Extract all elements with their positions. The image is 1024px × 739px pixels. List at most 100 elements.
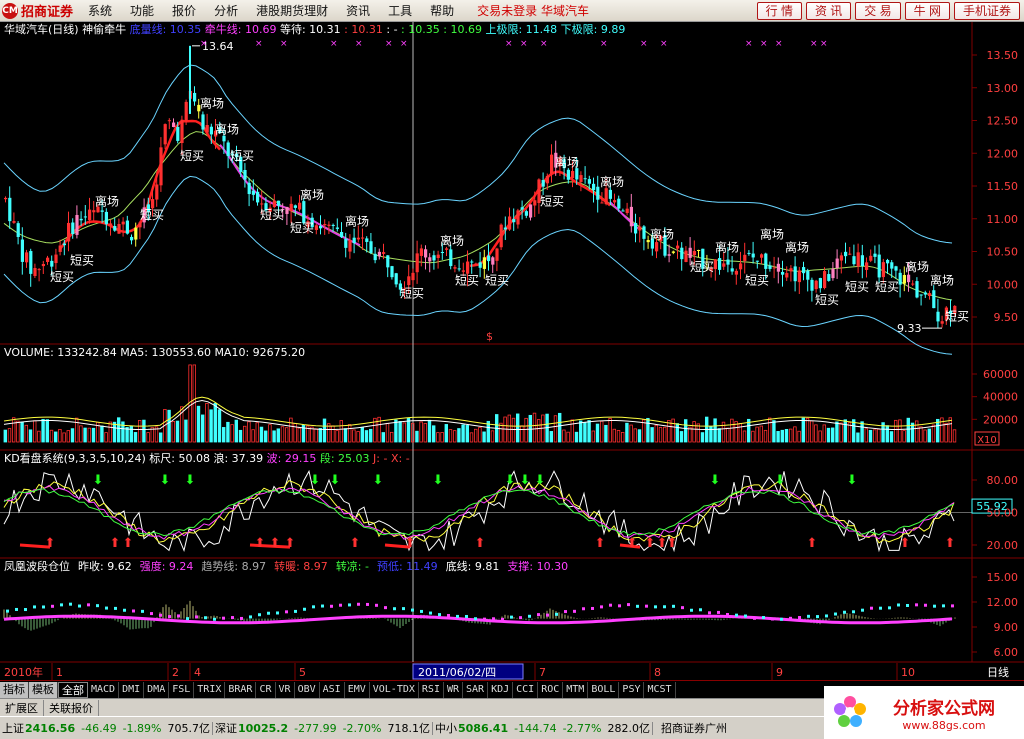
candle-body <box>629 206 633 227</box>
tab-indicator-vol-tdx[interactable]: VOL-TDX <box>370 681 419 698</box>
phoenix-dot <box>213 617 216 621</box>
x-month-label: 5 <box>299 666 306 679</box>
volume-bar <box>952 429 957 443</box>
menu-item-2[interactable]: 报价 <box>163 2 205 19</box>
exit-label: 离场 <box>345 213 369 228</box>
phoenix-dot <box>663 605 666 609</box>
volume-bar <box>516 413 520 443</box>
phoenix-dot <box>681 606 684 610</box>
menu-item-4[interactable]: 港股期货理财 <box>247 2 337 19</box>
chart-canvas[interactable]: 13.50 13.00 12.50 12.00 11.50 11.00 10.50 10.00… <box>0 22 1024 680</box>
tab-special-1[interactable]: 模板 <box>29 681 58 698</box>
volume-bar <box>885 425 889 443</box>
volume-bar <box>33 420 37 443</box>
candle-body <box>579 175 583 182</box>
tab-indicator-sar[interactable]: SAR <box>463 681 489 698</box>
sell-arrow-icon: ⬇ <box>330 473 341 488</box>
tab-indicator-asi[interactable]: ASI <box>320 681 345 698</box>
volume-bar <box>604 424 608 443</box>
volume-bar <box>931 424 936 443</box>
chart-area[interactable]: 13.50 13.00 12.50 12.00 11.50 11.00 10.50 10.00… <box>0 22 1024 680</box>
top-button-1[interactable]: 资 讯 <box>805 1 852 20</box>
tab-indicator-vr[interactable]: VR <box>276 681 295 698</box>
tab-indicator-boll[interactable]: BOLL <box>588 681 620 698</box>
volume-bar <box>423 423 427 443</box>
volume-bar <box>566 431 570 443</box>
candle-body <box>373 253 377 261</box>
tab-indicator-rsi[interactable]: RSI <box>419 681 444 698</box>
short-buy-label: 短买 <box>70 254 94 268</box>
volume-bar <box>242 425 247 443</box>
phoenix-dot <box>420 609 423 613</box>
tab-special-0[interactable]: 指标 <box>0 681 29 698</box>
candle-body <box>138 222 142 228</box>
volume-bar <box>259 426 264 443</box>
tab-indicator-wr[interactable]: WR <box>444 681 464 698</box>
broker-name: 招商证券广州 <box>661 722 727 735</box>
phoenix-dot <box>366 602 369 606</box>
volume-bar <box>944 422 948 443</box>
tab-indicator-kdj[interactable]: KDJ <box>488 681 514 698</box>
candle-body <box>88 209 92 221</box>
candle-body <box>898 272 902 285</box>
candle-body <box>92 210 96 213</box>
phoenix-dot <box>69 602 72 606</box>
candle-body <box>571 170 575 179</box>
volume-bar <box>352 429 356 443</box>
top-button-2[interactable]: 交 易 <box>855 1 901 20</box>
volume-bar <box>318 428 322 443</box>
volume-bar <box>83 427 87 443</box>
logo-text: 招商证券 <box>21 5 74 20</box>
tab-indicator-mcst[interactable]: MCST <box>644 681 676 698</box>
tab-indicator-obv[interactable]: OBV <box>295 681 320 698</box>
short-buy-label: 短买 <box>290 221 314 235</box>
tab-indicator-brar[interactable]: BRAR <box>225 681 257 698</box>
tab-indicator-dma[interactable]: DMA <box>144 681 170 698</box>
top-button-0[interactable]: 行 情 <box>756 1 802 20</box>
ticker-item[interactable]: 中小5086.41 -144.74 -2.77% 282.0亿 <box>433 720 653 736</box>
tab-indicator-roc[interactable]: ROC <box>538 681 564 698</box>
candle-body <box>121 221 125 225</box>
volume-bar <box>671 418 675 443</box>
menu-item-7[interactable]: 帮助 <box>421 2 463 19</box>
period-label: 日线 <box>987 665 1009 679</box>
top-button-4[interactable]: 手机证券 <box>953 1 1020 20</box>
tab-indicator-cci[interactable]: CCI <box>513 681 539 698</box>
tab-all[interactable]: 全部 <box>58 681 88 698</box>
ext-tab-0[interactable]: 扩展区 <box>0 699 44 716</box>
tab-indicator-psy[interactable]: PSY <box>619 681 645 698</box>
candle-body <box>743 254 747 261</box>
vol-ma5-line <box>3 399 953 430</box>
menu-item-3[interactable]: 分析 <box>205 2 247 19</box>
tab-indicator-emv[interactable]: EMV <box>345 681 370 698</box>
menu-item-6[interactable]: 工具 <box>379 2 421 19</box>
volume-bar <box>915 420 919 443</box>
tab-indicator-trix[interactable]: TRIX <box>194 681 226 698</box>
tab-indicator-fsl[interactable]: FSL <box>169 681 195 698</box>
tab-indicator-cr[interactable]: CR <box>256 681 276 698</box>
candle-body <box>503 227 507 230</box>
volume-bar <box>558 412 562 443</box>
x-month-label: 2 <box>172 666 179 679</box>
ticker-item[interactable]: 深证10025.2 -277.99 -2.70% 718.1亿 <box>213 720 433 736</box>
menu-item-0[interactable]: 系统 <box>79 2 121 19</box>
candle-body <box>936 311 940 322</box>
candle-body <box>848 253 852 255</box>
menu-item-1[interactable]: 功能 <box>121 2 163 19</box>
candle-body <box>327 224 331 226</box>
tab-indicator-macd[interactable]: MACD <box>88 681 120 698</box>
top-button-3[interactable]: 牛 网 <box>904 1 950 20</box>
candle-body <box>457 268 461 270</box>
x-month-label: 9 <box>776 666 783 679</box>
phoenix-dot <box>771 617 774 621</box>
volume-bar <box>398 421 402 443</box>
tab-indicator-mtm[interactable]: MTM <box>563 681 589 698</box>
menu-item-5[interactable]: 资讯 <box>337 2 379 19</box>
volume-bar <box>62 432 66 443</box>
tab-indicator-dmi[interactable]: DMI <box>119 681 145 698</box>
ticker-item[interactable]: 上证2416.56 -46.49 -1.89% 705.7亿 <box>0 720 213 736</box>
ext-tab-1[interactable]: 关联报价 <box>44 699 99 716</box>
volume-bar <box>726 427 730 443</box>
exit-label: 离场 <box>785 240 809 255</box>
volume-bar <box>406 417 411 443</box>
